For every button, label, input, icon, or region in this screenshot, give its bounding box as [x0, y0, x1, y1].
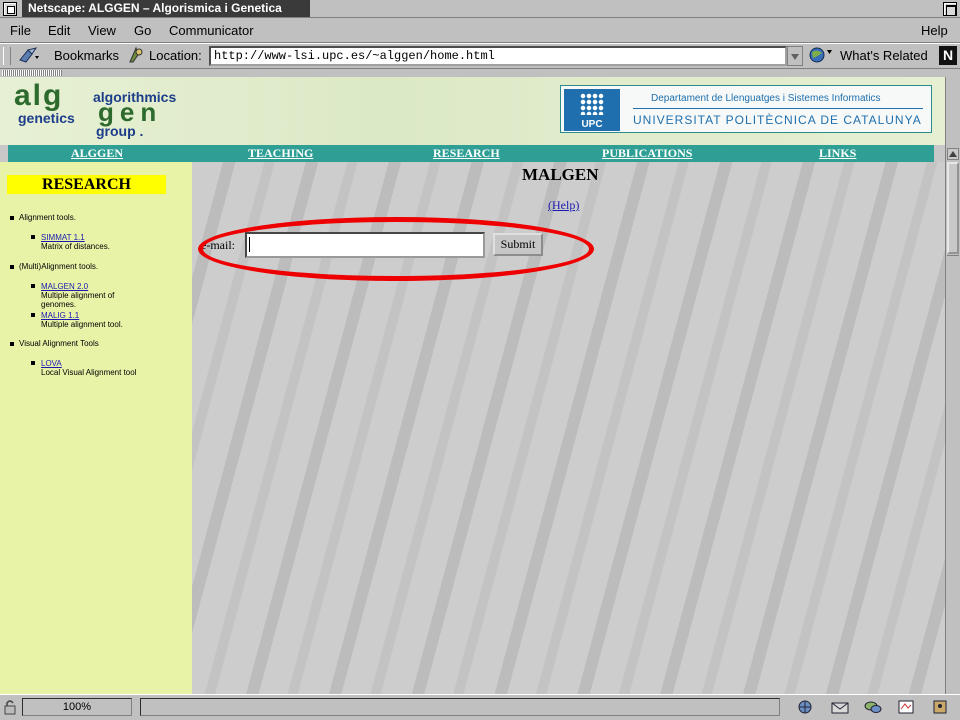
- simmat-description: Matrix of distances.: [41, 242, 110, 251]
- menu-go[interactable]: Go: [134, 23, 151, 38]
- menu-bar: File Edit View Go Communicator Help: [0, 19, 960, 43]
- malgen-description-line1: Multiple alignment of: [41, 291, 115, 300]
- malgen-link[interactable]: MALGEN 2.0: [41, 282, 114, 291]
- sidebar-category-alignment: Alignment tools.: [10, 213, 76, 222]
- malig-link[interactable]: MALIG 1.1: [41, 311, 123, 320]
- window-title: Netscape: ALGGEN – Algorismica i Genetic…: [22, 0, 310, 17]
- sidebar-tool-lova: LOVA Local Visual Alignment tool: [30, 359, 137, 377]
- help-link[interactable]: (Help): [548, 198, 579, 213]
- main-panel: MALGEN (Help) e-mail: Submit: [192, 162, 945, 694]
- sidebar-category-multialignment: (Multi)Alignment tools.: [10, 262, 98, 271]
- url-dropdown-icon[interactable]: [787, 46, 803, 66]
- security-lock-icon[interactable]: [3, 699, 17, 715]
- menu-communicator[interactable]: Communicator: [169, 23, 254, 38]
- location-toolbar: Bookmarks Location: http://www-lsi.upc.e…: [0, 44, 960, 68]
- vertical-scrollbar[interactable]: [945, 77, 960, 694]
- composer-icon[interactable]: [896, 699, 916, 715]
- whats-related-label[interactable]: What's Related: [840, 48, 928, 63]
- nav-links[interactable]: LINKS: [819, 146, 856, 161]
- window-menu-button[interactable]: [3, 2, 17, 16]
- university-name: UNIVERSITAT POLITÈCNICA DE CATALUNYA: [633, 113, 922, 127]
- malig-description: Multiple alignment tool.: [41, 320, 123, 329]
- menu-edit[interactable]: Edit: [48, 23, 70, 38]
- toolbar-grip[interactable]: [3, 47, 11, 65]
- lova-link[interactable]: LOVA: [41, 359, 136, 368]
- alggen-logo[interactable]: alg algorithmics genetics gen group .: [10, 79, 210, 143]
- department-name: Departament de Llenguatges i Sistemes In…: [651, 93, 881, 104]
- nav-publications[interactable]: PUBLICATIONS: [602, 146, 692, 161]
- discussions-icon[interactable]: [863, 699, 883, 715]
- menu-view[interactable]: View: [88, 23, 116, 38]
- scroll-track[interactable]: [947, 255, 959, 256]
- logo-genetics: genetics: [18, 110, 75, 126]
- menu-help[interactable]: Help: [921, 23, 948, 38]
- address-book-icon[interactable]: [930, 699, 950, 715]
- status-bar: 100%: [0, 694, 960, 720]
- logo-divider: [633, 108, 923, 109]
- malgen-description-line2: genomes.: [41, 300, 77, 309]
- sidebar-tool-simmat: SIMMAT 1.1 Matrix of distances.: [31, 233, 110, 251]
- highlight-ellipse: [198, 217, 594, 281]
- zoom-level: 100%: [22, 698, 132, 716]
- page-content: alg algorithmics genetics gen group . UP…: [0, 77, 945, 694]
- collapsed-toolbar: [0, 68, 960, 76]
- navigator-icon[interactable]: [795, 699, 815, 715]
- nav-alggen[interactable]: ALGGEN: [71, 146, 123, 161]
- nav-bar: ALGGEN TEACHING RESEARCH PUBLICATIONS LI…: [8, 145, 934, 162]
- location-icon[interactable]: [127, 46, 145, 64]
- whats-related-icon[interactable]: [806, 46, 834, 64]
- lova-description: Local Visual Alignment tool: [41, 368, 137, 377]
- menu-file[interactable]: File: [10, 23, 31, 38]
- nav-research[interactable]: RESEARCH: [433, 146, 500, 161]
- nav-teaching[interactable]: TEACHING: [248, 146, 313, 161]
- sidebar-heading: RESEARCH: [7, 175, 166, 194]
- window-title-bar: Netscape: ALGGEN – Algorismica i Genetic…: [0, 0, 960, 18]
- collapsed-toolbar-tab[interactable]: [2, 70, 62, 76]
- bookmarks-icon[interactable]: [18, 46, 40, 64]
- upc-mark-icon: UPC: [564, 89, 620, 131]
- location-label: Location:: [149, 48, 202, 63]
- sidebar-tool-malig: MALIG 1.1 Multiple alignment tool.: [31, 311, 123, 329]
- sidebar-tool-malgen: MALGEN 2.0 Multiple alignment of genomes…: [30, 282, 115, 309]
- maximize-button[interactable]: [943, 2, 957, 16]
- sidebar: RESEARCH Alignment tools. SIMMAT 1.1 Mat…: [0, 162, 192, 694]
- scroll-thumb[interactable]: [947, 162, 959, 254]
- status-message: [140, 698, 780, 716]
- url-input[interactable]: http://www-lsi.upc.es/~alggen/home.html: [209, 46, 787, 66]
- logo-alg: alg: [14, 79, 64, 112]
- bookmarks-label[interactable]: Bookmarks: [54, 48, 119, 63]
- sidebar-category-visual: Visual Alignment Tools: [10, 339, 99, 348]
- page-title: MALGEN: [522, 165, 599, 184]
- scroll-up-arrow-icon[interactable]: [947, 148, 959, 160]
- simmat-link[interactable]: SIMMAT 1.1: [41, 233, 110, 242]
- header-banner: alg algorithmics genetics gen group . UP…: [0, 77, 945, 145]
- logo-group: group .: [96, 123, 144, 139]
- netscape-logo: N: [939, 46, 957, 65]
- mail-icon[interactable]: [830, 699, 850, 715]
- upc-logo[interactable]: UPC Departament de Llenguatges i Sisteme…: [560, 85, 932, 133]
